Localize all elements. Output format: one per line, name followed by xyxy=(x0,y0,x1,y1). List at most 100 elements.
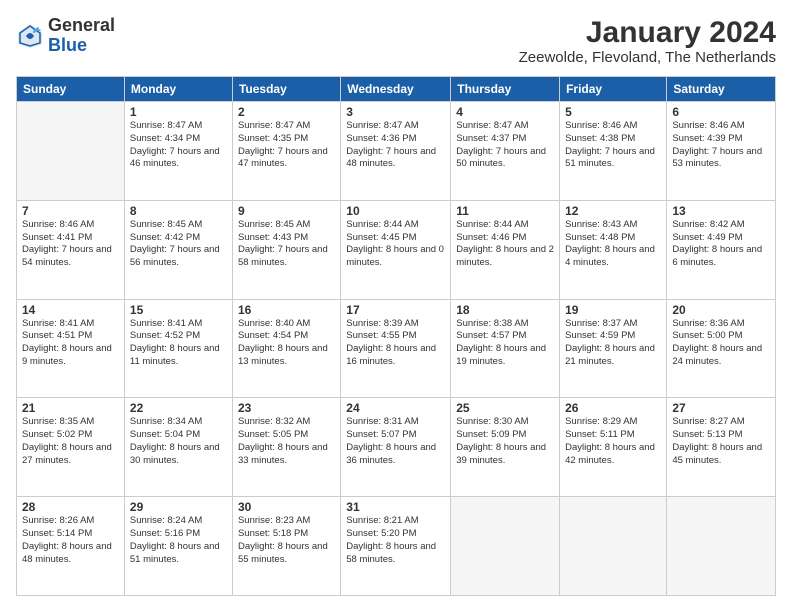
day-info: Sunrise: 8:41 AMSunset: 4:52 PMDaylight:… xyxy=(130,318,220,367)
col-friday: Friday xyxy=(560,77,667,102)
calendar-day: 27Sunrise: 8:27 AMSunset: 5:13 PMDayligh… xyxy=(667,398,776,497)
day-number: 24 xyxy=(346,401,445,415)
day-info: Sunrise: 8:31 AMSunset: 5:07 PMDaylight:… xyxy=(346,416,436,465)
day-number: 27 xyxy=(672,401,770,415)
day-number: 7 xyxy=(22,204,119,218)
day-number: 21 xyxy=(22,401,119,415)
calendar-day: 12Sunrise: 8:43 AMSunset: 4:48 PMDayligh… xyxy=(560,200,667,299)
col-thursday: Thursday xyxy=(451,77,560,102)
day-info: Sunrise: 8:39 AMSunset: 4:55 PMDaylight:… xyxy=(346,318,436,367)
calendar-week-1: 1Sunrise: 8:47 AMSunset: 4:34 PMDaylight… xyxy=(17,102,776,201)
day-number: 28 xyxy=(22,500,119,514)
day-info: Sunrise: 8:47 AMSunset: 4:34 PMDaylight:… xyxy=(130,120,220,169)
day-number: 23 xyxy=(238,401,335,415)
day-info: Sunrise: 8:38 AMSunset: 4:57 PMDaylight:… xyxy=(456,318,546,367)
calendar-day: 28Sunrise: 8:26 AMSunset: 5:14 PMDayligh… xyxy=(17,497,125,596)
day-number: 8 xyxy=(130,204,227,218)
day-number: 30 xyxy=(238,500,335,514)
calendar-day: 20Sunrise: 8:36 AMSunset: 5:00 PMDayligh… xyxy=(667,299,776,398)
day-info: Sunrise: 8:47 AMSunset: 4:36 PMDaylight:… xyxy=(346,120,436,169)
logo-icon xyxy=(16,22,44,50)
day-number: 25 xyxy=(456,401,554,415)
day-info: Sunrise: 8:40 AMSunset: 4:54 PMDaylight:… xyxy=(238,318,328,367)
page: General Blue January 2024 Zeewolde, Flev… xyxy=(0,0,792,612)
day-number: 15 xyxy=(130,303,227,317)
day-info: Sunrise: 8:24 AMSunset: 5:16 PMDaylight:… xyxy=(130,515,220,564)
calendar-day: 21Sunrise: 8:35 AMSunset: 5:02 PMDayligh… xyxy=(17,398,125,497)
day-number: 11 xyxy=(456,204,554,218)
day-info: Sunrise: 8:42 AMSunset: 4:49 PMDaylight:… xyxy=(672,219,762,268)
day-info: Sunrise: 8:46 AMSunset: 4:38 PMDaylight:… xyxy=(565,120,655,169)
calendar-day: 7Sunrise: 8:46 AMSunset: 4:41 PMDaylight… xyxy=(17,200,125,299)
header-row: Sunday Monday Tuesday Wednesday Thursday… xyxy=(17,77,776,102)
day-info: Sunrise: 8:45 AMSunset: 4:42 PMDaylight:… xyxy=(130,219,220,268)
calendar-day: 22Sunrise: 8:34 AMSunset: 5:04 PMDayligh… xyxy=(124,398,232,497)
day-info: Sunrise: 8:21 AMSunset: 5:20 PMDaylight:… xyxy=(346,515,436,564)
day-number: 16 xyxy=(238,303,335,317)
day-number: 20 xyxy=(672,303,770,317)
day-info: Sunrise: 8:37 AMSunset: 4:59 PMDaylight:… xyxy=(565,318,655,367)
logo-general-text: General xyxy=(48,16,115,36)
col-sunday: Sunday xyxy=(17,77,125,102)
logo-blue-text: Blue xyxy=(48,36,115,56)
day-number: 17 xyxy=(346,303,445,317)
calendar-week-4: 21Sunrise: 8:35 AMSunset: 5:02 PMDayligh… xyxy=(17,398,776,497)
calendar-day: 15Sunrise: 8:41 AMSunset: 4:52 PMDayligh… xyxy=(124,299,232,398)
day-info: Sunrise: 8:32 AMSunset: 5:05 PMDaylight:… xyxy=(238,416,328,465)
logo-text: General Blue xyxy=(48,16,115,56)
calendar-day: 30Sunrise: 8:23 AMSunset: 5:18 PMDayligh… xyxy=(232,497,340,596)
calendar-day: 6Sunrise: 8:46 AMSunset: 4:39 PMDaylight… xyxy=(667,102,776,201)
day-number: 18 xyxy=(456,303,554,317)
day-number: 5 xyxy=(565,105,661,119)
day-info: Sunrise: 8:35 AMSunset: 5:02 PMDaylight:… xyxy=(22,416,112,465)
calendar-day: 26Sunrise: 8:29 AMSunset: 5:11 PMDayligh… xyxy=(560,398,667,497)
day-number: 12 xyxy=(565,204,661,218)
day-number: 14 xyxy=(22,303,119,317)
calendar-week-5: 28Sunrise: 8:26 AMSunset: 5:14 PMDayligh… xyxy=(17,497,776,596)
day-info: Sunrise: 8:47 AMSunset: 4:37 PMDaylight:… xyxy=(456,120,546,169)
calendar-week-3: 14Sunrise: 8:41 AMSunset: 4:51 PMDayligh… xyxy=(17,299,776,398)
day-info: Sunrise: 8:43 AMSunset: 4:48 PMDaylight:… xyxy=(565,219,655,268)
day-info: Sunrise: 8:44 AMSunset: 4:46 PMDaylight:… xyxy=(456,219,554,268)
calendar-day xyxy=(560,497,667,596)
calendar-day: 14Sunrise: 8:41 AMSunset: 4:51 PMDayligh… xyxy=(17,299,125,398)
day-info: Sunrise: 8:23 AMSunset: 5:18 PMDaylight:… xyxy=(238,515,328,564)
col-monday: Monday xyxy=(124,77,232,102)
calendar-day: 24Sunrise: 8:31 AMSunset: 5:07 PMDayligh… xyxy=(341,398,451,497)
day-info: Sunrise: 8:29 AMSunset: 5:11 PMDaylight:… xyxy=(565,416,655,465)
day-info: Sunrise: 8:30 AMSunset: 5:09 PMDaylight:… xyxy=(456,416,546,465)
day-number: 10 xyxy=(346,204,445,218)
logo: General Blue xyxy=(16,16,115,56)
calendar: Sunday Monday Tuesday Wednesday Thursday… xyxy=(16,76,776,596)
calendar-day: 2Sunrise: 8:47 AMSunset: 4:35 PMDaylight… xyxy=(232,102,340,201)
day-number: 29 xyxy=(130,500,227,514)
day-info: Sunrise: 8:41 AMSunset: 4:51 PMDaylight:… xyxy=(22,318,112,367)
day-info: Sunrise: 8:47 AMSunset: 4:35 PMDaylight:… xyxy=(238,120,328,169)
col-saturday: Saturday xyxy=(667,77,776,102)
calendar-week-2: 7Sunrise: 8:46 AMSunset: 4:41 PMDaylight… xyxy=(17,200,776,299)
day-number: 1 xyxy=(130,105,227,119)
day-info: Sunrise: 8:45 AMSunset: 4:43 PMDaylight:… xyxy=(238,219,328,268)
day-number: 6 xyxy=(672,105,770,119)
day-number: 22 xyxy=(130,401,227,415)
day-info: Sunrise: 8:34 AMSunset: 5:04 PMDaylight:… xyxy=(130,416,220,465)
calendar-day xyxy=(17,102,125,201)
day-number: 19 xyxy=(565,303,661,317)
subtitle: Zeewolde, Flevoland, The Netherlands xyxy=(519,49,776,66)
day-number: 2 xyxy=(238,105,335,119)
day-number: 31 xyxy=(346,500,445,514)
calendar-day: 8Sunrise: 8:45 AMSunset: 4:42 PMDaylight… xyxy=(124,200,232,299)
title-block: January 2024 Zeewolde, Flevoland, The Ne… xyxy=(519,16,776,66)
day-number: 13 xyxy=(672,204,770,218)
day-info: Sunrise: 8:36 AMSunset: 5:00 PMDaylight:… xyxy=(672,318,762,367)
calendar-day: 10Sunrise: 8:44 AMSunset: 4:45 PMDayligh… xyxy=(341,200,451,299)
calendar-day: 4Sunrise: 8:47 AMSunset: 4:37 PMDaylight… xyxy=(451,102,560,201)
day-info: Sunrise: 8:27 AMSunset: 5:13 PMDaylight:… xyxy=(672,416,762,465)
calendar-day: 1Sunrise: 8:47 AMSunset: 4:34 PMDaylight… xyxy=(124,102,232,201)
calendar-day: 29Sunrise: 8:24 AMSunset: 5:16 PMDayligh… xyxy=(124,497,232,596)
calendar-day: 18Sunrise: 8:38 AMSunset: 4:57 PMDayligh… xyxy=(451,299,560,398)
day-number: 4 xyxy=(456,105,554,119)
header: General Blue January 2024 Zeewolde, Flev… xyxy=(16,16,776,66)
day-number: 26 xyxy=(565,401,661,415)
calendar-day: 11Sunrise: 8:44 AMSunset: 4:46 PMDayligh… xyxy=(451,200,560,299)
